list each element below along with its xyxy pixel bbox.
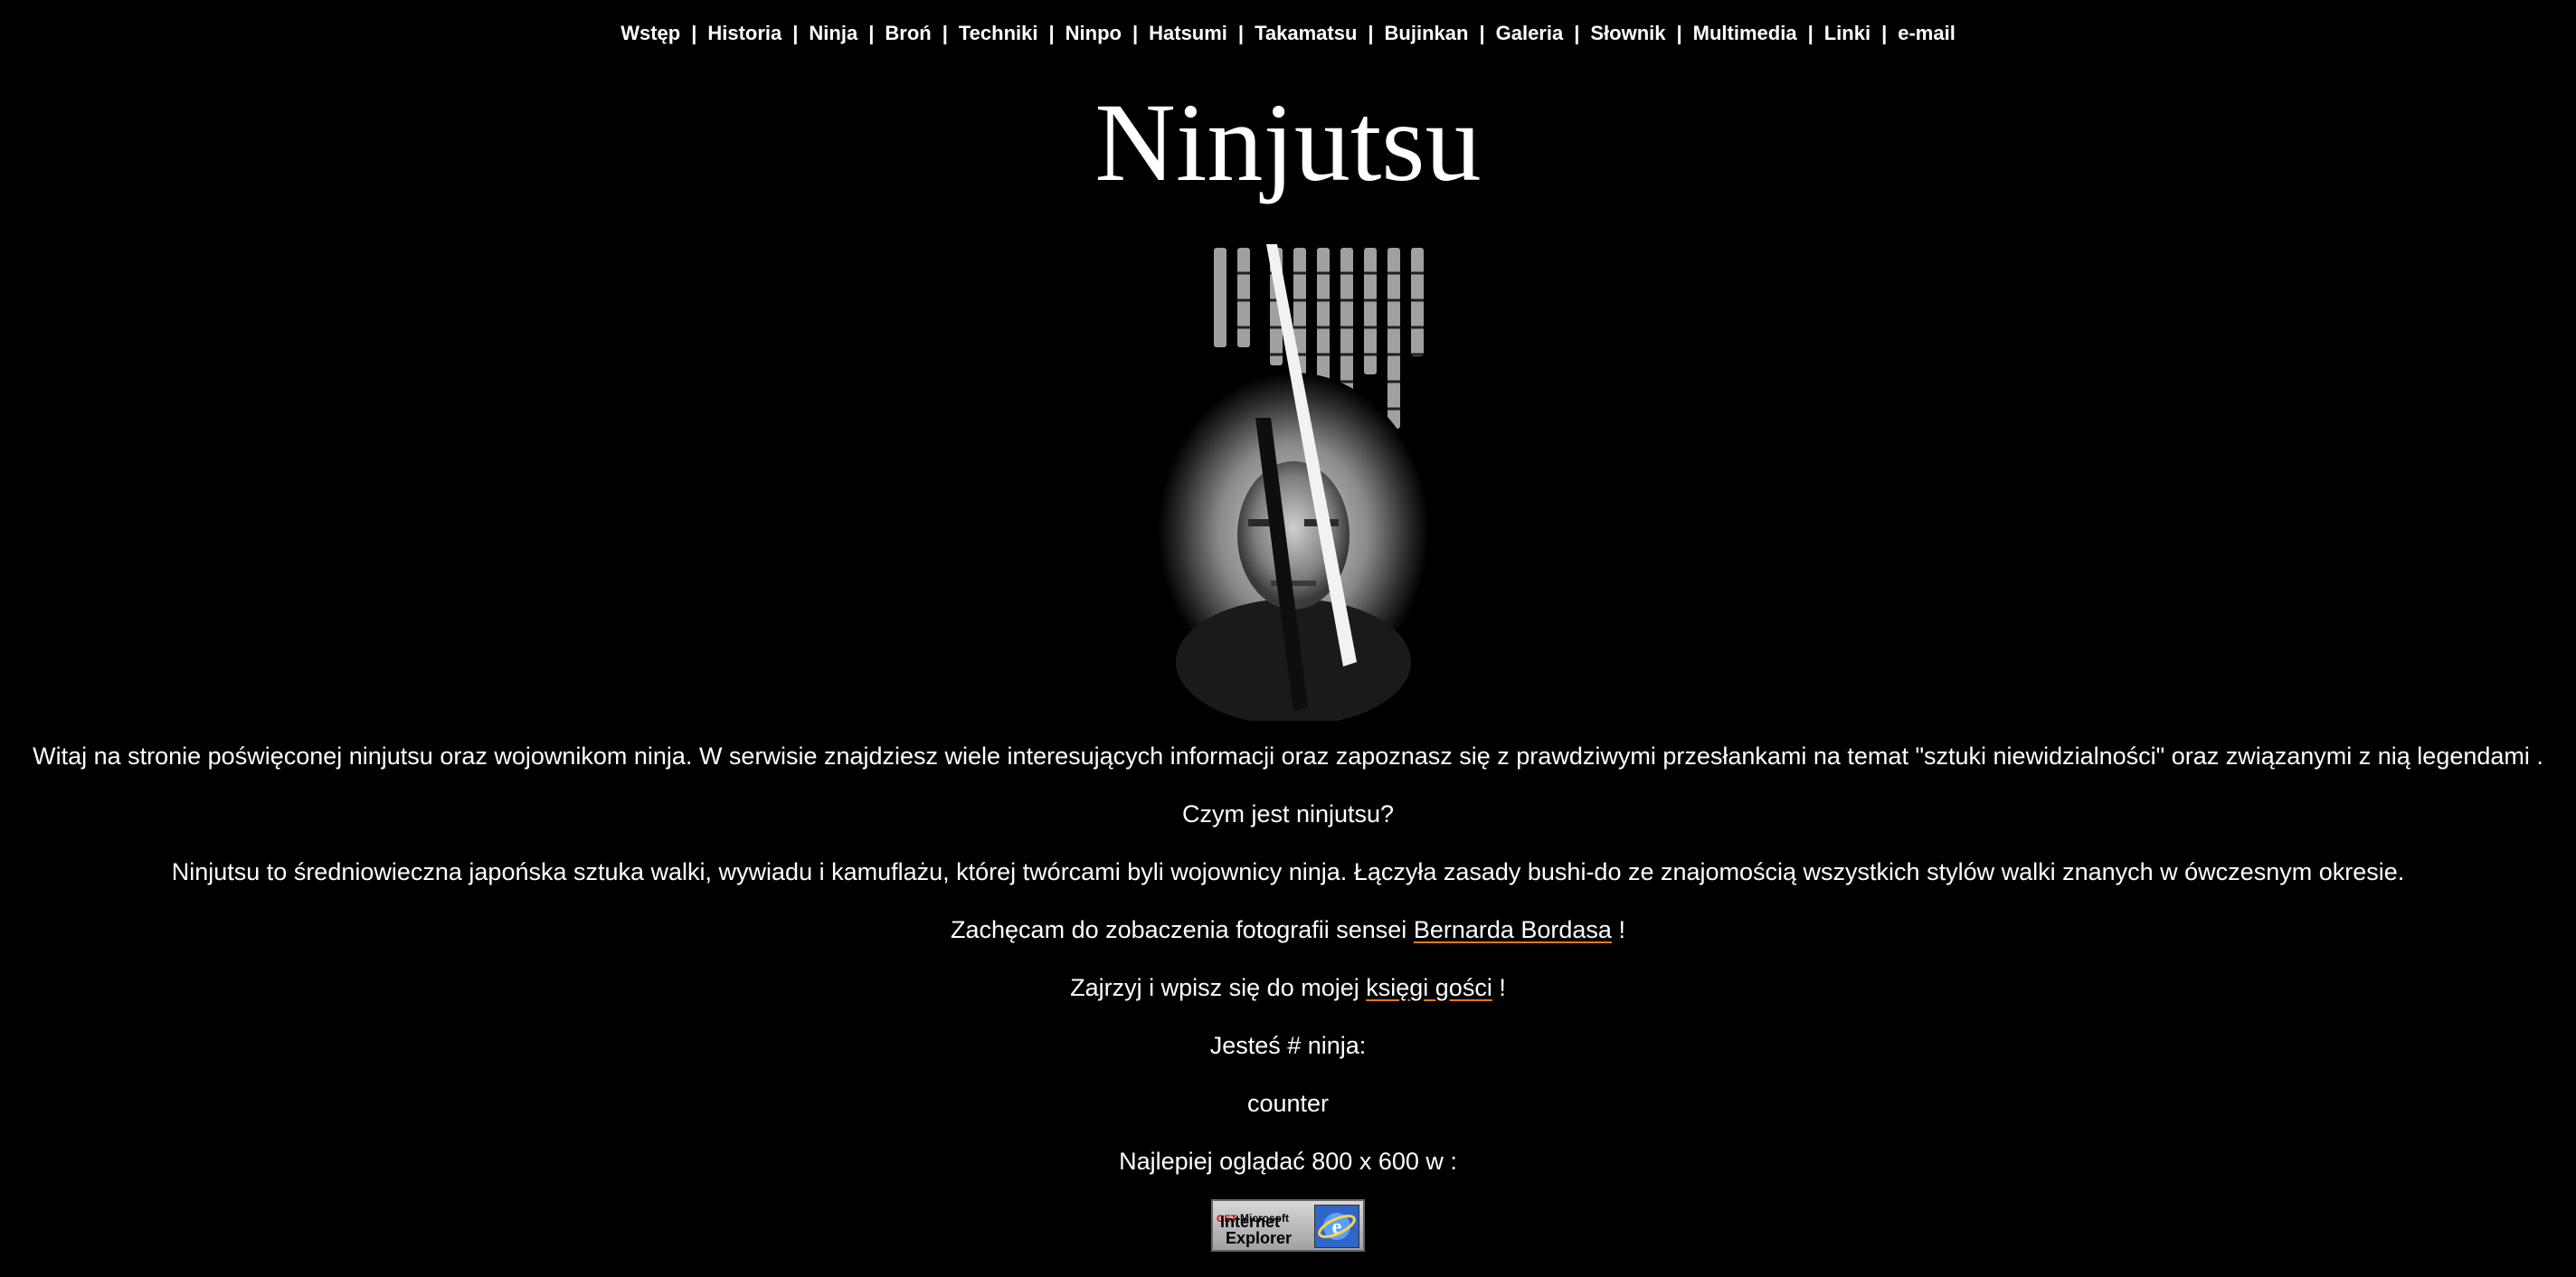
photos-prefix: Zachęcam do zobaczenia fotografii sensei — [951, 916, 1414, 943]
hatsumi-portrait-image — [1158, 244, 1429, 721]
nav-item-bujinkan[interactable]: Bujinkan — [1385, 22, 1469, 44]
nav-separator: | — [792, 22, 799, 44]
page-title: Ninjutsu — [1094, 80, 1482, 204]
internet-explorer-icon: e — [1314, 1205, 1359, 1248]
main-nav: Wstęp | Historia | Ninja | Broń | Techniki | Ninpo… — [0, 22, 2576, 45]
badge-line2-label: Explorer — [1226, 1229, 1293, 1247]
guestbook-paragraph: Zajrzyj i wpisz się do mojej księgi gośc… — [0, 971, 2576, 1004]
nav-item-ninpo[interactable]: Ninpo — [1065, 22, 1122, 44]
visitor-text: Jesteś # ninja: — [1209, 1032, 1367, 1059]
nav-separator: | — [1676, 22, 1682, 44]
badge-line1-label: Internet — [1220, 1213, 1281, 1231]
nav-item-historia[interactable]: Historia — [707, 22, 781, 44]
nav-separator: | — [1807, 22, 1814, 44]
guestbook-suffix: ! — [1492, 974, 1506, 1001]
nav-separator: | — [1132, 22, 1139, 44]
bordas-photos-link[interactable]: Bernarda Bordasa — [1414, 916, 1612, 943]
nav-separator: | — [1574, 22, 1580, 44]
nav-item-linki[interactable]: Linki — [1824, 22, 1870, 44]
nav-item-takamatsu[interactable]: Takamatsu — [1255, 22, 1357, 44]
nav-item-email[interactable]: e-mail — [1898, 22, 1956, 44]
intro-text: Witaj na stronie poświęconej ninjutsu or… — [33, 743, 2543, 770]
page: Wstęp | Historia | Ninja | Broń | Techniki | Ninpo… — [0, 0, 2576, 1277]
nav-item-wstep[interactable]: Wstęp — [620, 22, 680, 44]
nav-separator: | — [868, 22, 875, 44]
nav-item-techniki[interactable]: Techniki — [959, 22, 1038, 44]
nav-item-ninja[interactable]: Ninja — [809, 22, 857, 44]
photos-paragraph: Zachęcam do zobaczenia fotografii sensei… — [0, 913, 2576, 946]
nav-separator: | — [691, 22, 697, 44]
definition-text: Ninjutsu to średniowieczna japońska sztu… — [171, 858, 2405, 885]
main-content: Witaj na stronie poświęconej ninjutsu or… — [0, 740, 2576, 1252]
photos-suffix: ! — [1611, 916, 1625, 943]
nav-item-slownik[interactable]: Słownik — [1590, 22, 1665, 44]
nav-separator: | — [1368, 22, 1374, 44]
get-internet-explorer-button[interactable]: GET Microsoft Internet Explorer e — [1211, 1199, 1365, 1252]
nav-item-multimedia[interactable]: Multimedia — [1693, 22, 1797, 44]
nav-item-galeria[interactable]: Galeria — [1496, 22, 1564, 44]
nav-separator: | — [942, 22, 948, 44]
question-heading: Czym jest ninjutsu? — [1181, 800, 1395, 828]
best-view-text: Najlepiej oglądać 800 x 600 w : — [1119, 1148, 1457, 1175]
guestbook-link[interactable]: księgi gości — [1366, 974, 1492, 1001]
guestbook-prefix: Zajrzyj i wpisz się do mojej — [1070, 974, 1367, 1001]
visitor-counter: counter — [1246, 1090, 1330, 1117]
nav-separator: | — [1237, 22, 1245, 44]
nav-item-hatsumi[interactable]: Hatsumi — [1149, 22, 1227, 44]
nav-separator: | — [1048, 22, 1055, 44]
nav-separator: | — [1881, 22, 1888, 44]
nav-separator: | — [1479, 22, 1485, 44]
hero-image — [1149, 237, 1438, 721]
nav-item-bron[interactable]: Broń — [885, 22, 931, 44]
